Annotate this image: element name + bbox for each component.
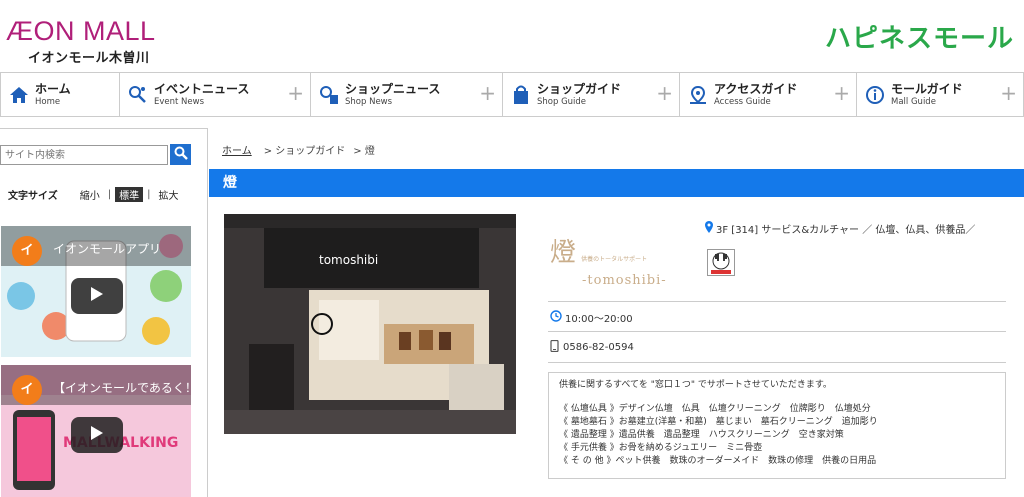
play-button[interactable] bbox=[71, 417, 123, 453]
nav-sublabel: Event News bbox=[154, 96, 205, 107]
video-embed-app[interactable]: イ イオンモールアプリ bbox=[1, 226, 191, 357]
phone-text[interactable]: 0586-82-0594 bbox=[563, 342, 634, 353]
breadcrumb-home-link[interactable]: ホーム bbox=[222, 142, 252, 157]
clock-icon bbox=[550, 310, 562, 325]
divider bbox=[548, 362, 1006, 363]
nav-label: ショップガイド bbox=[537, 81, 622, 96]
info-icon bbox=[865, 84, 885, 106]
play-icon bbox=[90, 425, 104, 445]
global-nav: ホーム Home イベントニュース Event News + ショップニュース … bbox=[0, 72, 1024, 117]
nav-item-event-news[interactable]: イベントニュース Event News + bbox=[120, 73, 311, 116]
expand-plus-icon[interactable]: + bbox=[833, 83, 850, 103]
shopping-bag-icon bbox=[511, 84, 531, 106]
shop-hours: 10:00～20:00 bbox=[550, 310, 633, 325]
phone-icon bbox=[550, 339, 559, 355]
breadcrumb-item: > 燈 bbox=[353, 146, 375, 157]
nav-sublabel: Mall Guide bbox=[891, 96, 936, 107]
font-size-large[interactable]: 拡大 bbox=[154, 187, 182, 202]
search-icon bbox=[174, 145, 188, 164]
expand-plus-icon[interactable]: + bbox=[479, 83, 496, 103]
hours-text: 10:00～20:00 bbox=[565, 314, 633, 325]
location-text[interactable]: 3F [314] サービス&カルチャー ／ 仏壇、仏具、供養品／ bbox=[716, 221, 975, 236]
shop-location: 3F [314] サービス&カルチャー ／ 仏壇、仏具、供養品／ bbox=[705, 221, 975, 236]
divider: | bbox=[147, 189, 151, 200]
event-news-icon bbox=[128, 84, 148, 106]
play-icon bbox=[90, 286, 104, 306]
home-icon bbox=[9, 84, 29, 106]
description-line: 《 墓地墓石 》お墓建立(洋墓・和墓) 墓じまい 墓石クリーニング 追加彫り bbox=[559, 417, 878, 427]
nav-label: モールガイド bbox=[891, 81, 963, 96]
nav-sublabel: Access Guide bbox=[714, 96, 771, 107]
nav-item-mall-guide[interactable]: モールガイド Mall Guide + bbox=[857, 73, 1024, 116]
nav-label: ショップニュース bbox=[345, 81, 441, 96]
storefront-sign: tomoshibi bbox=[319, 253, 378, 267]
site-search-input[interactable] bbox=[0, 145, 168, 165]
breadcrumb-item[interactable]: > ショップガイド bbox=[264, 142, 346, 157]
nav-sublabel: Shop News bbox=[345, 96, 393, 107]
logo-main-text: ÆON MALL bbox=[6, 16, 156, 46]
logo-mall-name: イオンモール木曽川 bbox=[28, 51, 150, 66]
font-size-selector: 文字サイズ 縮小 | 標準 | 拡大 bbox=[8, 187, 182, 202]
nav-item-shop-guide[interactable]: ショップガイド Shop Guide + bbox=[503, 73, 680, 116]
page-title: 燈 bbox=[209, 169, 1024, 197]
shop-description: 供養に関するすべてを "窓口１つ" でサポートさせていただきます。 《 仏壇仏具… bbox=[548, 372, 1006, 479]
font-size-small[interactable]: 縮小 bbox=[76, 187, 104, 202]
nav-label: ホーム bbox=[35, 81, 71, 96]
channel-avatar: イ bbox=[12, 236, 42, 266]
video-embed-mall-walking[interactable]: MALLWALKING イ 【イオンモールであるく！ bbox=[1, 365, 191, 497]
description-line: 《 遺品整理 》遺品供養 遺品整理 ハウスクリーニング 空き家対策 bbox=[559, 430, 844, 440]
shop-news-icon bbox=[319, 84, 339, 106]
expand-plus-icon[interactable]: + bbox=[287, 83, 304, 103]
waon-point-icon bbox=[707, 249, 735, 276]
font-size-standard[interactable]: 標準 bbox=[115, 187, 144, 202]
description-intro: 供養に関するすべてを "窓口１つ" でサポートさせていただきます。 bbox=[559, 380, 832, 390]
shop-logo-kanji: 燈 bbox=[550, 238, 577, 268]
font-size-label: 文字サイズ bbox=[8, 191, 58, 202]
shop-phone: 0586-82-0594 bbox=[550, 339, 634, 355]
description-line: 《 仏壇仏具 》デザイン仏壇 仏具 仏壇クリーニング 位牌彫り 仏壇処分 bbox=[559, 404, 871, 414]
divider bbox=[548, 301, 1006, 302]
description-line: 《 手元供養 》お骨を納めるジュエリー ミニ骨壺 bbox=[559, 443, 763, 453]
breadcrumb: ホーム > ショップガイド > 燈 bbox=[222, 142, 383, 157]
search-button[interactable] bbox=[170, 144, 191, 165]
nav-item-access-guide[interactable]: アクセスガイド Access Guide + bbox=[680, 73, 857, 116]
nav-sublabel: Shop Guide bbox=[537, 96, 587, 107]
video-title[interactable]: イオンモールアプリ bbox=[53, 240, 161, 257]
description-line: 《 そ の 他 》ペット供養 数珠のオーダーメイド 数珠の修理 供養の日用品 bbox=[559, 456, 877, 466]
divider bbox=[548, 331, 1006, 332]
play-button[interactable] bbox=[71, 278, 123, 314]
happiness-mall-logo[interactable]: ハピネスモール bbox=[825, 18, 1014, 55]
aeon-mall-logo[interactable]: ÆON MALL イオンモール木曽川 bbox=[6, 16, 156, 66]
access-icon bbox=[688, 84, 708, 106]
nav-label: イベントニュース bbox=[154, 81, 250, 96]
channel-avatar: イ bbox=[12, 375, 42, 405]
sidebar: 文字サイズ 縮小 | 標準 | 拡大 イ イオンモールアプリ bbox=[0, 128, 208, 497]
shop-logo-tagline: 供養のトータルサポート bbox=[581, 256, 648, 263]
shop-logo-roma: -tomoshibi- bbox=[582, 273, 667, 288]
storefront-photo: tomoshibi bbox=[224, 214, 516, 434]
nav-sublabel: Home bbox=[35, 96, 61, 107]
divider: | bbox=[107, 189, 112, 200]
shop-logo: 燈 供養のトータルサポート -tomoshibi- bbox=[550, 232, 667, 288]
nav-item-shop-news[interactable]: ショップニュース Shop News + bbox=[311, 73, 503, 116]
video-title[interactable]: 【イオンモールであるく！ bbox=[53, 379, 191, 396]
site-header: ÆON MALL イオンモール木曽川 ハピネスモール bbox=[0, 0, 1024, 72]
expand-plus-icon[interactable]: + bbox=[1000, 83, 1017, 103]
location-pin-icon bbox=[705, 221, 713, 236]
nav-item-home[interactable]: ホーム Home bbox=[0, 73, 120, 116]
expand-plus-icon[interactable]: + bbox=[656, 83, 673, 103]
nav-label: アクセスガイド bbox=[714, 81, 798, 96]
